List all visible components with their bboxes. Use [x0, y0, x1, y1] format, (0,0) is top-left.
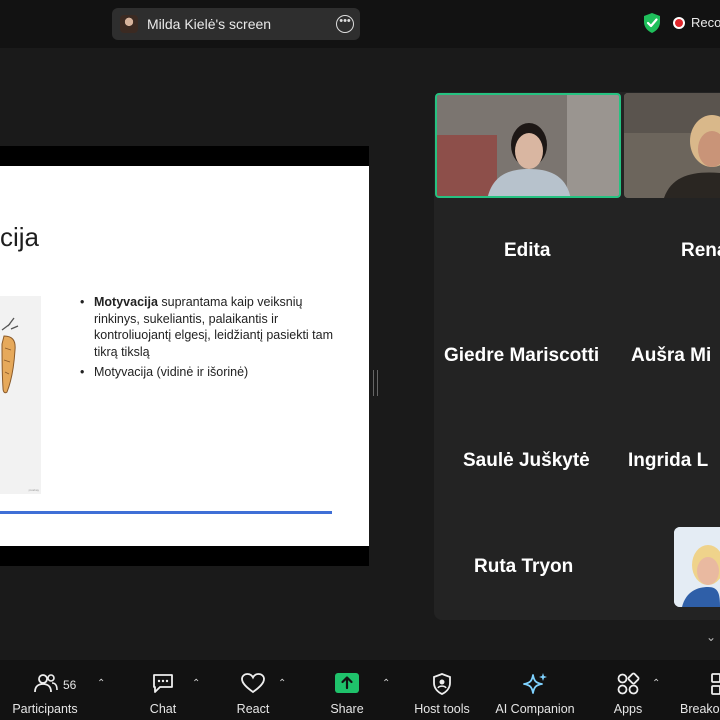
participant-name: Ruta Tryon	[474, 556, 574, 577]
bullet-definition: Motyvacija suprantama kaip veiksnių rink…	[80, 294, 340, 360]
meeting-toolbar: Participants 56 ⌃ Chat ⌃ React ⌃ Share ⌃…	[0, 660, 720, 720]
caret-up-icon[interactable]: ⌃	[278, 678, 286, 689]
image-credit: pixabay	[28, 488, 39, 492]
presenter-avatar	[120, 15, 138, 33]
host-tools-label: Host tools	[414, 702, 470, 716]
participant-name: Aušra Mi	[631, 345, 712, 366]
caret-up-icon[interactable]: ⌃	[382, 678, 390, 689]
chat-label: Chat	[149, 702, 177, 716]
carrot-icon	[1, 317, 19, 394]
slide-accent-line	[0, 511, 332, 514]
participant-name: Edita	[504, 240, 551, 261]
share-label: Share	[330, 702, 364, 716]
sparkle-icon	[523, 673, 547, 694]
participant-name: Renata	[681, 240, 720, 261]
chat-button[interactable]: Chat	[140, 660, 186, 720]
shield-icon	[433, 673, 451, 695]
apps-button[interactable]: Apps	[606, 660, 650, 720]
slide-title: cija	[0, 222, 40, 252]
apps-icon	[617, 672, 640, 695]
share-button[interactable]: Share	[324, 660, 370, 720]
participant-name: Saulė Juškytė	[463, 450, 590, 471]
react-button[interactable]: React	[230, 660, 276, 720]
carrot-image: pixabay	[0, 296, 41, 494]
participant-name: Giedre Mariscotti	[444, 345, 600, 366]
video-tile-participant[interactable]	[674, 527, 720, 607]
split-view-handle[interactable]	[373, 370, 378, 396]
participants-icon	[34, 674, 58, 693]
screen-share-indicator[interactable]: Milda Kielė's screen •••	[112, 8, 360, 40]
chat-icon	[153, 674, 173, 693]
participant-video	[624, 93, 720, 198]
host-tools-button[interactable]: Host tools	[410, 660, 474, 720]
heart-icon	[241, 673, 265, 694]
video-tile-edita[interactable]	[435, 93, 621, 198]
video-tile-renata[interactable]	[624, 93, 720, 198]
presentation-slide: cija pixabay Motyvacija suprantama kaip …	[0, 166, 369, 546]
chevron-down-icon[interactable]: ⌄	[706, 630, 716, 644]
caret-up-icon[interactable]: ⌃	[97, 678, 105, 689]
slide-bullets: Motyvacija suprantama kaip veiksnių rink…	[80, 294, 340, 385]
screen-share-label: Milda Kielė's screen	[147, 16, 272, 32]
breakout-rooms-label: Breakout rooms	[680, 702, 720, 716]
breakout-rooms-button[interactable]: Breakout rooms	[680, 660, 720, 720]
breakout-rooms-icon	[711, 673, 720, 695]
ai-companion-button[interactable]: AI Companion	[490, 660, 580, 720]
shared-screen[interactable]: cija pixabay Motyvacija suprantama kaip …	[0, 146, 369, 566]
participants-label: Participants	[12, 702, 78, 716]
participant-name: Ingrida L	[628, 450, 709, 471]
participant-video	[674, 527, 720, 607]
caret-up-icon[interactable]: ⌃	[652, 678, 660, 689]
participant-count: 56	[63, 678, 77, 692]
participant-video	[437, 95, 619, 196]
top-bar: Milda Kielė's screen ••• Recording	[0, 0, 720, 48]
bullet-types: Motyvacija (vidinė ir išorinė)	[80, 364, 340, 381]
recording-dot-icon	[675, 19, 683, 27]
apps-label: Apps	[613, 702, 643, 716]
shield-check-icon[interactable]	[642, 12, 662, 34]
recording-label[interactable]: Recording	[691, 15, 720, 30]
ai-companion-label: AI Companion	[495, 702, 575, 716]
share-screen-icon	[335, 673, 359, 693]
react-label: React	[236, 702, 270, 716]
more-options-icon[interactable]: •••	[336, 15, 354, 33]
caret-up-icon[interactable]: ⌃	[192, 678, 200, 689]
